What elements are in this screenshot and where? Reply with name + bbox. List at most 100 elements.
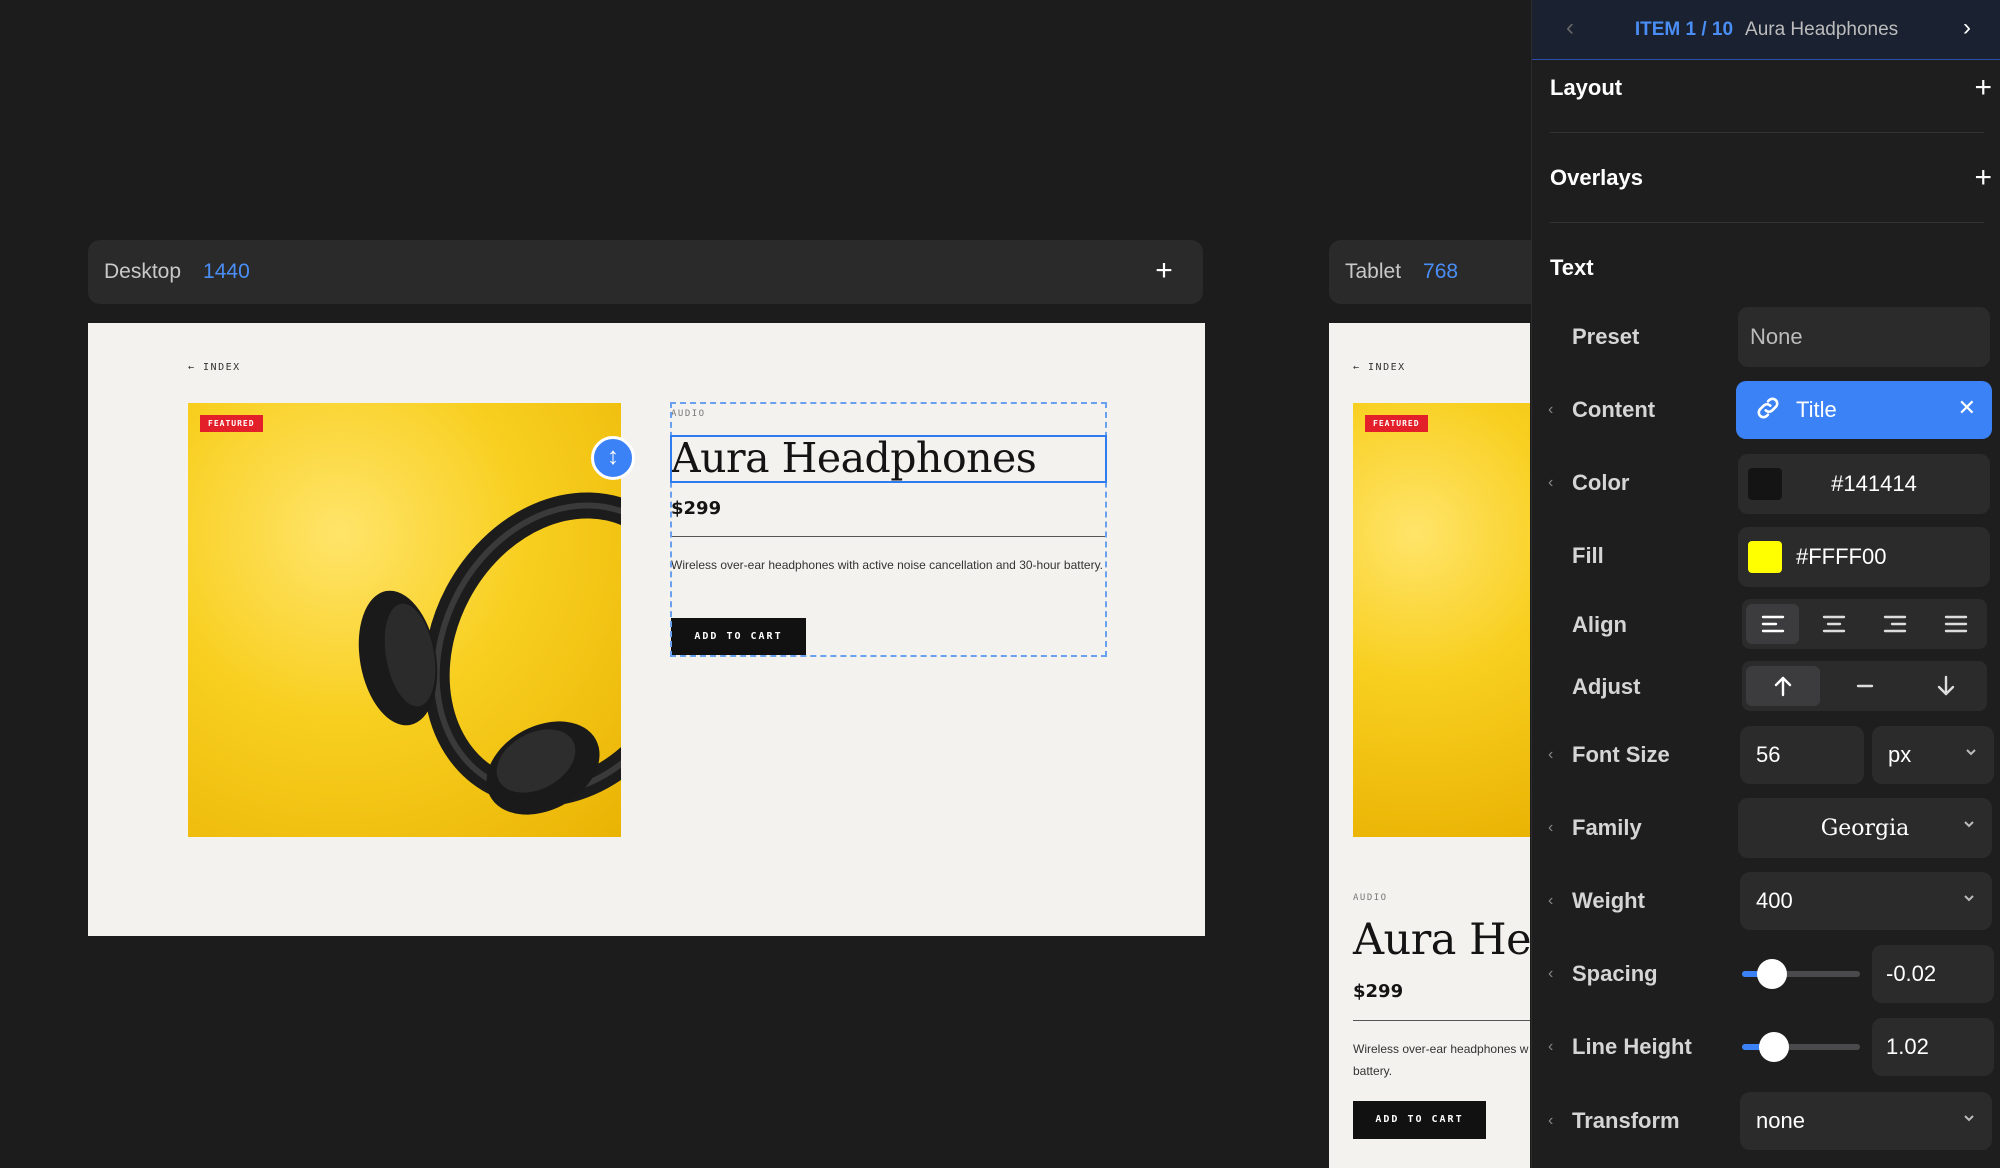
desktop-artboard[interactable]: ← INDEX FEATURED AUDIO Aura Headphones $…	[88, 323, 1205, 936]
chevron-left-icon[interactable]: ‹	[1548, 1112, 1553, 1130]
text-transform-value: none	[1756, 1108, 1805, 1133]
content-binding-value: Title	[1796, 397, 1837, 422]
add-breakpoint-button[interactable]: +	[1147, 254, 1181, 288]
tablet-artboard[interactable]: ← INDEX FEATURED AUDIO Aura Headphones $…	[1329, 323, 1530, 1168]
minus-icon	[1856, 684, 1873, 688]
chevron-down-icon	[1964, 821, 1974, 828]
product-price: $299	[1353, 981, 1404, 1002]
chevron-left-icon[interactable]: ‹	[1548, 819, 1553, 837]
chevron-down-icon	[1964, 895, 1974, 902]
font-family-select[interactable]: Georgia	[1738, 798, 1992, 858]
align-right-button[interactable]	[1869, 604, 1922, 644]
font-size-label: Font Size	[1572, 742, 1670, 767]
content-binding[interactable]: Title ✕	[1736, 381, 1992, 439]
align-justify-button[interactable]	[1930, 604, 1983, 644]
description-line: Wireless over-ear headphones w	[1353, 1042, 1529, 1056]
breakpoint-width: 1440	[203, 260, 250, 283]
chevron-left-icon[interactable]: ‹	[1548, 892, 1553, 910]
tablet-breakpoint-bar[interactable]: Tablet 768	[1329, 240, 1539, 304]
align-center-icon	[1822, 615, 1846, 633]
add-to-cart-button[interactable]: ADD TO CART	[1353, 1101, 1486, 1139]
headphones-image	[358, 492, 621, 815]
section-title: Overlays	[1550, 165, 1643, 190]
chevron-left-icon[interactable]: ‹	[1548, 1038, 1553, 1056]
align-label: Align	[1572, 612, 1627, 637]
spacing-input[interactable]: -0.02	[1872, 945, 1994, 1003]
divider	[1353, 1020, 1530, 1021]
section-overlays[interactable]: Overlays +	[1550, 160, 1992, 196]
chevron-left-icon[interactable]: ‹	[1548, 474, 1553, 492]
section-title: Layout	[1550, 75, 1623, 100]
align-segmented-control	[1742, 599, 1987, 649]
vertical-resize-icon[interactable]: ↕	[591, 436, 635, 480]
line-height-input[interactable]: 1.02	[1872, 1018, 1994, 1076]
description-line: battery.	[1353, 1064, 1393, 1078]
section-title: Text	[1550, 255, 1594, 280]
chevron-left-icon[interactable]: ‹	[1548, 401, 1553, 419]
color-value: #141414	[1831, 471, 1917, 496]
font-family-value: Georgia	[1820, 815, 1910, 841]
desktop-breakpoint-bar[interactable]: Desktop 1440 +	[88, 240, 1203, 304]
weight-label: Weight	[1572, 888, 1645, 913]
product-image[interactable]: FEATURED	[188, 403, 621, 837]
content-label: Content	[1572, 397, 1656, 422]
adjust-top-button[interactable]	[1746, 666, 1820, 706]
breakpoint-name: Desktop	[104, 260, 182, 283]
spacing-label: Spacing	[1572, 961, 1658, 986]
product-description: Wireless over-ear headphones w battery.	[1353, 1038, 1530, 1082]
align-left-button[interactable]	[1746, 604, 1800, 644]
category-label: AUDIO	[1353, 893, 1388, 903]
product-title[interactable]: Aura Headphones	[1353, 913, 1530, 968]
chevron-left-icon[interactable]: ‹	[1548, 746, 1553, 764]
color-field[interactable]: #141414	[1738, 454, 1990, 514]
adjust-bottom-button[interactable]	[1909, 666, 1983, 706]
chevron-down-icon	[1964, 1115, 1974, 1122]
align-right-icon	[1883, 615, 1907, 633]
align-justify-icon	[1945, 615, 1968, 633]
close-icon[interactable]: ✕	[1958, 395, 1976, 421]
text-transform-select[interactable]: none	[1740, 1092, 1992, 1150]
font-weight-select[interactable]: 400	[1740, 872, 1992, 930]
adjust-segmented-control	[1742, 661, 1987, 711]
font-size-input[interactable]: 56	[1740, 726, 1864, 784]
add-overlay-button[interactable]: +	[1974, 161, 1992, 195]
font-weight-value: 400	[1756, 888, 1793, 913]
align-left-icon	[1761, 615, 1784, 633]
transform-label: Transform	[1572, 1108, 1680, 1133]
chevron-right-icon[interactable]: ›	[1963, 14, 1971, 42]
preset-select[interactable]: None	[1738, 307, 1990, 367]
chevron-left-icon[interactable]: ‹	[1548, 965, 1553, 983]
separator	[1550, 132, 1984, 133]
breakpoint-width: 768	[1423, 260, 1459, 283]
line-height-label: Line Height	[1572, 1034, 1692, 1059]
title-selection-outline	[670, 435, 1107, 483]
properties-panel: ‹ ITEM 1 / 10 Aura Headphones › Layout +…	[1531, 0, 2000, 1168]
section-layout[interactable]: Layout +	[1550, 70, 1992, 106]
chevron-left-icon[interactable]: ‹	[1566, 14, 1574, 42]
adjust-middle-button[interactable]	[1828, 666, 1902, 706]
back-index-link[interactable]: ← INDEX	[1353, 362, 1406, 373]
family-label: Family	[1572, 815, 1642, 840]
fill-label: Fill	[1572, 543, 1604, 568]
fill-swatch[interactable]	[1748, 541, 1782, 573]
back-index-link[interactable]: ← INDEX	[188, 362, 241, 373]
fill-value: #FFFF00	[1796, 544, 1887, 569]
pager-item-index: ITEM 1 / 10	[1634, 18, 1734, 40]
slider-handle[interactable]	[1758, 1032, 1789, 1062]
chevron-down-icon	[1966, 749, 1976, 756]
color-swatch[interactable]	[1748, 468, 1782, 500]
product-image[interactable]: FEATURED	[1353, 403, 1530, 837]
font-size-unit: px	[1888, 742, 1912, 767]
preset-label: Preset	[1572, 324, 1640, 349]
adjust-label: Adjust	[1572, 674, 1641, 699]
section-text[interactable]: Text	[1550, 250, 1986, 286]
add-layout-button[interactable]: +	[1974, 71, 1992, 105]
fill-field[interactable]: #FFFF00	[1738, 527, 1990, 587]
align-center-button[interactable]	[1807, 604, 1860, 644]
color-label: Color	[1572, 470, 1630, 495]
font-size-unit-select[interactable]: px	[1872, 726, 1994, 784]
link-icon	[1757, 397, 1779, 419]
spacing-slider[interactable]	[1742, 959, 1860, 989]
slider-handle[interactable]	[1756, 959, 1787, 989]
line-height-slider[interactable]	[1742, 1032, 1860, 1062]
